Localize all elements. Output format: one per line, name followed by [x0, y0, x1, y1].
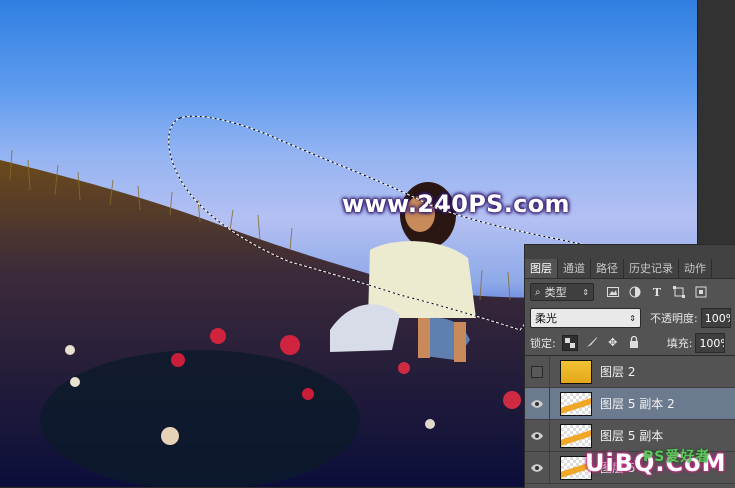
- shape-filter-icon[interactable]: [672, 285, 686, 299]
- tab-actions[interactable]: 动作: [679, 259, 712, 278]
- tab-layers[interactable]: 图层: [525, 259, 558, 278]
- panel-drag-bar[interactable]: [525, 245, 735, 259]
- tab-history[interactable]: 历史记录: [624, 259, 679, 278]
- lock-all-icon[interactable]: [627, 335, 641, 349]
- tab-channels[interactable]: 通道: [558, 259, 591, 278]
- blend-mode-select[interactable]: 柔光 ⇕: [530, 308, 641, 328]
- layer-name: 图层 5 副本 2: [600, 397, 675, 411]
- tab-paths[interactable]: 路径: [591, 259, 624, 278]
- layer-row[interactable]: 图层 5 副本 2: [525, 388, 735, 420]
- lock-transparent-icon[interactable]: [561, 335, 578, 351]
- lock-row: 锁定: ✥ 填充: 100%: [525, 331, 735, 356]
- updown-arrow-icon: ⇕: [582, 287, 589, 297]
- layer-name: 图层 5 副本: [600, 429, 664, 443]
- opacity-field[interactable]: 100%: [700, 308, 731, 328]
- filter-kind-select[interactable]: ⌕ 类型 ⇕: [530, 283, 594, 301]
- layer-filter-row: ⌕ 类型 ⇕ T: [525, 279, 735, 305]
- fill-label: 填充:: [666, 337, 693, 350]
- filter-kind-label: 类型: [544, 286, 567, 299]
- layer-thumbnail: [560, 423, 592, 448]
- blend-mode-value: 柔光: [535, 312, 557, 325]
- opacity-label: 不透明度:: [650, 312, 698, 325]
- visibility-toggle[interactable]: [525, 452, 550, 483]
- eye-icon: [531, 399, 543, 408]
- eye-icon: [531, 463, 543, 472]
- layer-name: 图层 2: [600, 365, 636, 379]
- layer-thumbnail: [560, 359, 592, 384]
- smartobject-filter-icon[interactable]: [694, 285, 708, 299]
- fill-field[interactable]: 100%: [695, 333, 726, 353]
- layer-row[interactable]: 图层 2: [525, 356, 735, 388]
- search-icon: ⌕: [535, 286, 541, 298]
- visibility-toggle[interactable]: [525, 356, 550, 387]
- panel-tabs: 图层 通道 路径 历史记录 动作: [525, 259, 735, 279]
- text-filter-icon[interactable]: T: [650, 285, 664, 299]
- adjustment-filter-icon[interactable]: [628, 285, 642, 299]
- lock-position-icon[interactable]: ✥: [606, 335, 620, 349]
- lock-label: 锁定:: [530, 337, 556, 350]
- blend-row: 柔光 ⇕ 不透明度: 100%: [525, 305, 735, 331]
- layer-thumbnail: [560, 391, 592, 416]
- visibility-toggle[interactable]: [525, 420, 550, 451]
- hidden-box-icon: [531, 365, 543, 378]
- corner-watermark-logo: UiBQ.CoM PS爱好者: [585, 449, 727, 477]
- lock-paint-icon[interactable]: [585, 335, 599, 349]
- updown-arrow-icon: ⇕: [629, 313, 636, 323]
- visibility-toggle[interactable]: [525, 388, 550, 419]
- eye-icon: [531, 431, 543, 440]
- image-filter-icon[interactable]: [606, 285, 620, 299]
- corner-watermark-cn: PS爱好者: [643, 449, 711, 465]
